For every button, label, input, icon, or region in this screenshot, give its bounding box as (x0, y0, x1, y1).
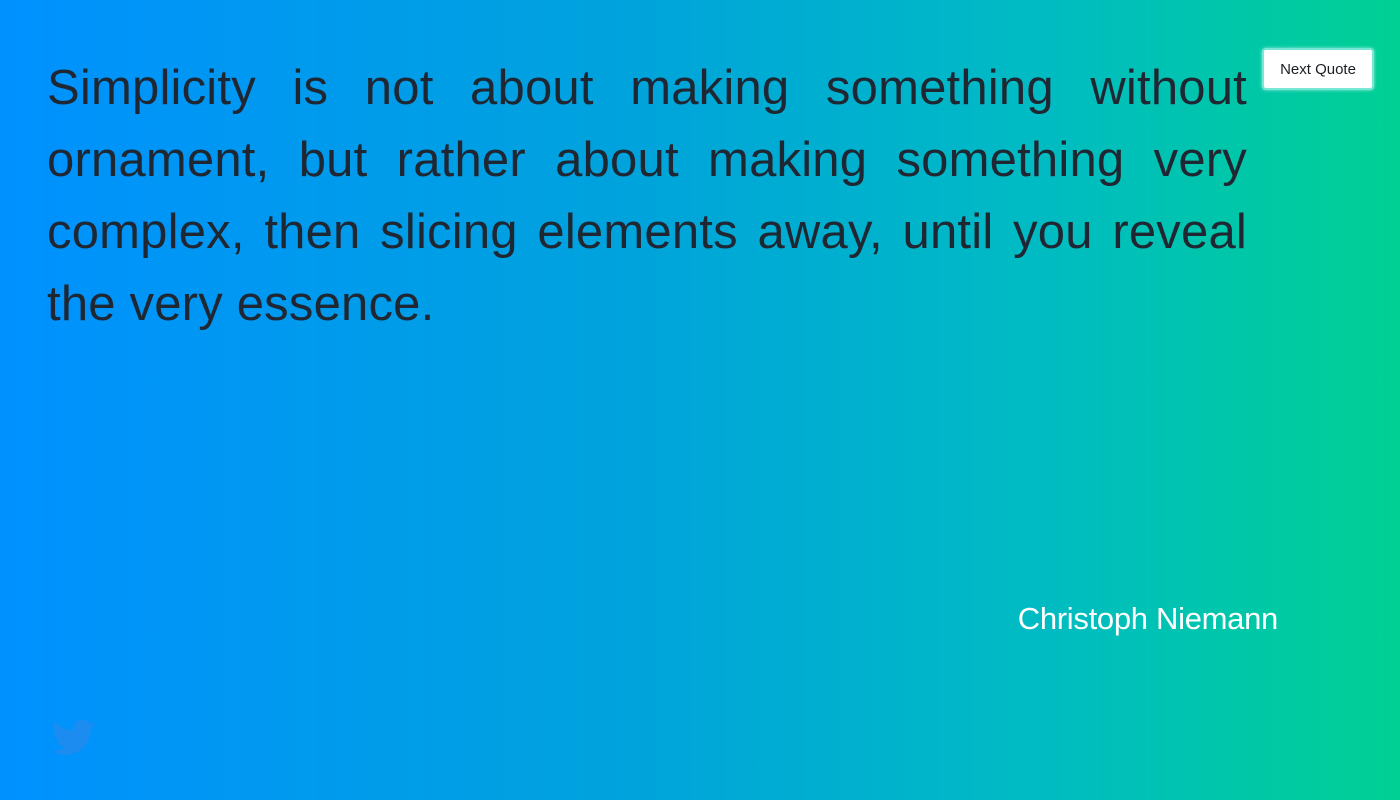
tweet-quote-link[interactable] (52, 718, 96, 758)
quote-text: Simplicity is not about making something… (47, 61, 1247, 331)
twitter-icon (52, 719, 96, 755)
quote-author: Christoph Niemann (1017, 601, 1279, 636)
next-quote-button[interactable]: Next Quote (1262, 48, 1374, 90)
